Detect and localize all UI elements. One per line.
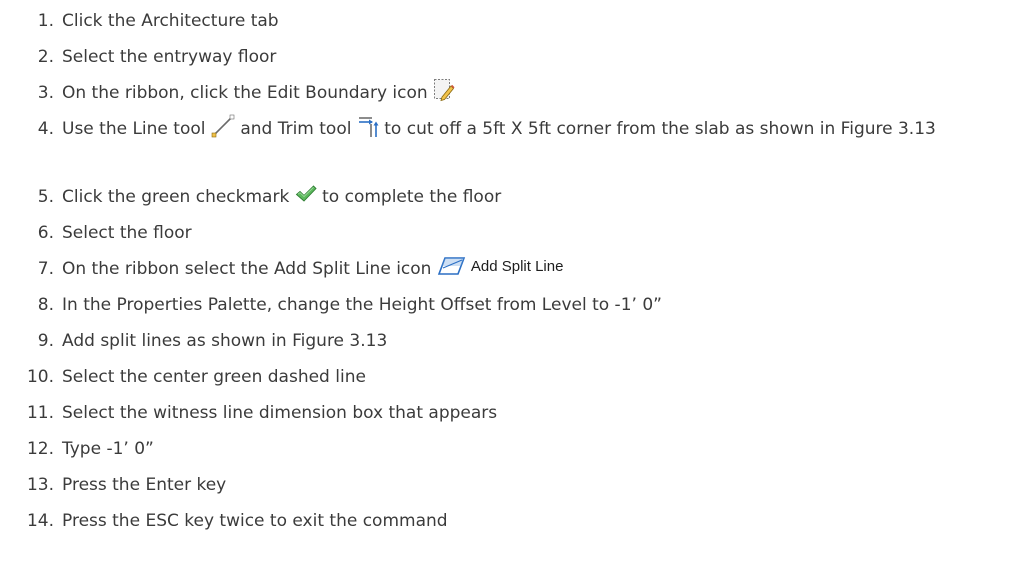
edit-boundary-icon bbox=[433, 78, 455, 102]
step-number: 13. bbox=[26, 475, 54, 495]
step-number: 10. bbox=[26, 367, 54, 387]
step-number: 2. bbox=[37, 47, 54, 67]
step-text: Press the ESC key twice to exit the comm… bbox=[62, 511, 448, 531]
step-text: On the ribbon, click the Edit Boundary i… bbox=[62, 78, 1024, 108]
step-number: 3. bbox=[37, 83, 54, 103]
line-tool-icon bbox=[211, 114, 235, 138]
step-9: 9. Add split lines as shown in Figure 3.… bbox=[0, 324, 1036, 360]
step-number: 12. bbox=[26, 439, 54, 459]
step-text: In the Properties Palette, change the He… bbox=[62, 295, 662, 315]
step-2: 2. Select the entryway floor bbox=[0, 40, 1036, 76]
step-8: 8. In the Properties Palette, change the… bbox=[0, 288, 1036, 324]
add-split-line-label: Add Split Line bbox=[470, 258, 564, 275]
green-checkmark-icon bbox=[295, 184, 317, 204]
step-number: 8. bbox=[37, 295, 54, 315]
step-text: Press the Enter key bbox=[62, 475, 227, 495]
step-1: 1. Click the Architecture tab bbox=[0, 4, 1036, 40]
step-number: 5. bbox=[37, 187, 54, 207]
step-text-part: On the ribbon select the Add Split Line … bbox=[62, 259, 432, 279]
step-text: Click the green checkmark to complete th… bbox=[62, 182, 1024, 212]
step-7: 7. On the ribbon select the Add Split Li… bbox=[0, 252, 1036, 288]
step-text: Click the Architecture tab bbox=[62, 11, 279, 31]
step-12: 12. Type -1’ 0” bbox=[0, 432, 1036, 468]
step-text: Select the floor bbox=[62, 223, 192, 243]
step-number: 7. bbox=[37, 259, 54, 279]
step-3: 3. On the ribbon, click the Edit Boundar… bbox=[0, 76, 1036, 112]
step-number: 4. bbox=[37, 119, 54, 139]
step-text: Use the Line tool and Trim tool to cut o… bbox=[62, 114, 1024, 144]
step-number: 6. bbox=[37, 223, 54, 243]
step-text-part: On the ribbon, click the Edit Boundary i… bbox=[62, 83, 428, 103]
step-number: 1. bbox=[37, 11, 54, 31]
trim-tool-icon bbox=[357, 114, 379, 138]
step-text: On the ribbon select the Add Split Line … bbox=[62, 254, 1024, 284]
instruction-list: 1. Click the Architecture tab 2. Select … bbox=[0, 4, 1036, 540]
step-text: Select the center green dashed line bbox=[62, 367, 366, 387]
step-10: 10. Select the center green dashed line bbox=[0, 360, 1036, 396]
step-5: 5. Click the green checkmark to complete… bbox=[0, 180, 1036, 216]
step-text: Select the entryway floor bbox=[62, 47, 277, 67]
step-text-part: to cut off a 5ft X 5ft corner from the s… bbox=[384, 119, 936, 139]
step-text: Select the witness line dimension box th… bbox=[62, 403, 498, 423]
step-6: 6. Select the floor bbox=[0, 216, 1036, 252]
step-number: 11. bbox=[26, 403, 54, 423]
step-text: Type -1’ 0” bbox=[62, 439, 154, 459]
step-11: 11. Select the witness line dimension bo… bbox=[0, 396, 1036, 432]
step-text-part: Use the Line tool bbox=[62, 119, 206, 139]
step-text-part: Click the green checkmark bbox=[62, 187, 290, 207]
step-text-part: and Trim tool bbox=[240, 119, 352, 139]
step-text: Add split lines as shown in Figure 3.13 bbox=[62, 331, 388, 351]
step-4: 4. Use the Line tool and Trim tool to cu… bbox=[0, 112, 1036, 180]
step-text-part: to complete the floor bbox=[322, 187, 502, 207]
step-number: 14. bbox=[26, 511, 54, 531]
step-14: 14. Press the ESC key twice to exit the … bbox=[0, 504, 1036, 540]
add-split-line-icon bbox=[437, 255, 467, 277]
step-number: 9. bbox=[37, 331, 54, 351]
step-13: 13. Press the Enter key bbox=[0, 468, 1036, 504]
